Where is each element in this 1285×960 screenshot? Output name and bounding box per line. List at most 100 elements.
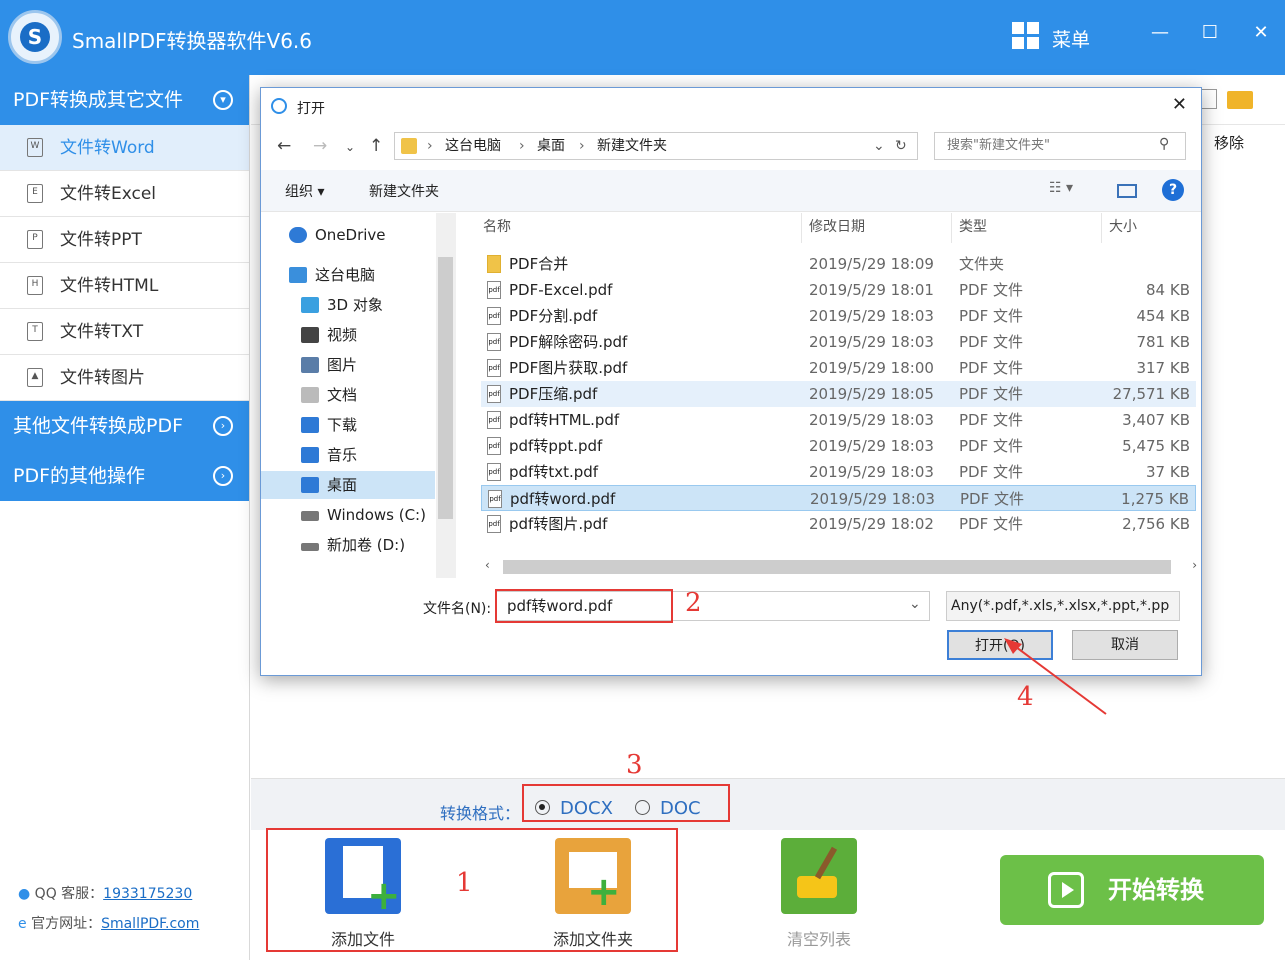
nav-scrollbar[interactable]	[436, 213, 456, 578]
file-row-selected[interactable]: pdf pdf转word.pdf 2019/5/29 18:03 PDF 文件 1,27…	[481, 485, 1196, 511]
column-type[interactable]: 类型	[959, 216, 987, 236]
sidebar-item-to-ppt[interactable]: P 文件转PPT	[0, 217, 249, 263]
file-row[interactable]: pdf pdf转HTML.pdf 2019/5/29 18:03 PDF 文件 3,40…	[481, 407, 1196, 433]
view-options-icon[interactable]: ☷ ▾	[1049, 180, 1073, 196]
pdf-file-icon: pdf	[487, 333, 501, 351]
file-row[interactable]: pdf PDF分割.pdf 2019/5/29 18:03 PDF 文件 454 KB	[481, 303, 1196, 329]
qq-icon: ●	[18, 886, 31, 902]
dialog-title: 打开	[297, 101, 325, 117]
word-file-icon: W	[27, 138, 43, 157]
maximize-icon[interactable]: ☐	[1198, 22, 1222, 43]
file-row[interactable]: pdf pdf转图片.pdf 2019/5/29 18:02 PDF 文件 2,756 …	[481, 511, 1196, 537]
section-pdf-other-ops[interactable]: PDF的其他操作 ›	[0, 451, 249, 501]
nav-label: 桌面	[327, 476, 358, 494]
qq-number-link[interactable]: 1933175230	[103, 886, 192, 902]
organize-button[interactable]: 组织 ▾	[285, 181, 324, 201]
dialog-app-icon	[271, 98, 287, 114]
drive-icon	[301, 511, 319, 521]
up-icon[interactable]: ↑	[369, 136, 383, 156]
folder-icon[interactable]	[1227, 91, 1253, 109]
page-icon	[1201, 89, 1217, 109]
nav-desktop[interactable]: 桌面	[261, 471, 435, 499]
recent-dropdown-icon[interactable]: ⌄	[345, 140, 355, 154]
sidebar-item-to-excel[interactable]: E 文件转Excel	[0, 171, 249, 217]
new-folder-button[interactable]: 新建文件夹	[369, 181, 439, 201]
annotation-number-2: 2	[685, 588, 702, 618]
forward-icon[interactable]: →	[313, 136, 327, 156]
pdf-file-icon: pdf	[487, 437, 501, 455]
title-bar: S SmallPDF转换器软件V6.6 菜单 — ☐ ✕	[0, 0, 1285, 75]
nav-label: 3D 对象	[327, 296, 383, 314]
sidebar-item-to-html[interactable]: H 文件转HTML	[0, 263, 249, 309]
sidebar-item-to-word[interactable]: W 文件转Word	[0, 125, 249, 171]
picture-icon	[301, 357, 319, 373]
grid-menu-icon[interactable]	[1012, 22, 1040, 50]
pdf-file-icon: pdf	[487, 307, 501, 325]
column-date[interactable]: 修改日期	[809, 216, 865, 236]
website: e 官方网址：SmallPDF.com	[18, 913, 199, 933]
breadcrumb-this-pc[interactable]: 这台电脑	[445, 133, 501, 159]
chevron-right-circle-icon: ›	[213, 466, 233, 486]
search-icon[interactable]: ⚲	[1159, 136, 1169, 152]
pdf-file-icon: pdf	[487, 515, 501, 533]
file-row[interactable]: PDF合并 2019/5/29 18:09 文件夹	[481, 251, 1196, 277]
section-pdf-to-other[interactable]: PDF转换成其它文件 ▾	[0, 75, 249, 125]
back-icon[interactable]: ←	[277, 136, 291, 156]
dialog-close-icon[interactable]: ✕	[1172, 94, 1187, 115]
nav-this-pc[interactable]: 这台电脑	[289, 261, 449, 289]
drive-icon	[301, 543, 319, 551]
sidebar-item-to-image[interactable]: ▲ 文件转图片	[0, 355, 249, 401]
nav-onedrive[interactable]: OneDrive	[289, 221, 449, 249]
site-link[interactable]: SmallPDF.com	[101, 916, 199, 932]
search-input[interactable]: 搜索"新建文件夹"	[934, 132, 1186, 160]
file-type-select[interactable]: Any(*.pdf,*.xls,*.xlsx,*.ppt,*.pp	[946, 591, 1180, 621]
play-icon	[1048, 872, 1084, 908]
help-icon[interactable]: ?	[1162, 179, 1184, 201]
close-icon[interactable]: ✕	[1249, 22, 1273, 43]
file-row[interactable]: pdf PDF压缩.pdf 2019/5/29 18:05 PDF 文件 27,571 …	[481, 381, 1196, 407]
file-row[interactable]: pdf PDF-Excel.pdf 2019/5/29 18:01 PDF 文件 84 …	[481, 277, 1196, 303]
section-other-to-pdf[interactable]: 其他文件转换成PDF ›	[0, 401, 249, 451]
file-row[interactable]: pdf pdf转ppt.pdf 2019/5/29 18:03 PDF 文件 5,475…	[481, 433, 1196, 459]
file-row[interactable]: pdf PDF图片获取.pdf 2019/5/29 18:00 PDF 文件 317 K…	[481, 355, 1196, 381]
computer-icon	[289, 267, 307, 283]
nav-label: Windows (C:)	[327, 506, 426, 524]
file-row[interactable]: pdf pdf转txt.pdf 2019/5/29 18:03 PDF 文件 37 KB	[481, 459, 1196, 485]
filename-label: 文件名(N):	[423, 601, 492, 617]
refresh-icon[interactable]: ↻	[895, 133, 907, 159]
annotation-box-3	[522, 784, 730, 822]
remove-column-label: 移除	[1214, 134, 1245, 152]
menu-button[interactable]: 菜单	[1052, 25, 1090, 52]
nav-label: 下载	[327, 416, 358, 434]
sidebar-item-label: 文件转Word	[60, 138, 155, 158]
open-file-dialog: 打开 ✕ ← → ⌄ ↑ › 这台电脑 › 桌面 › 新建文件夹 ⌄ ↻ 搜索"…	[260, 87, 1202, 676]
address-dropdown-icon[interactable]: ⌄	[873, 133, 885, 159]
annotation-box-2	[495, 589, 673, 623]
format-bar	[251, 778, 1285, 830]
address-bar[interactable]: › 这台电脑 › 桌面 › 新建文件夹 ⌄ ↻	[394, 132, 918, 160]
column-size[interactable]: 大小	[1109, 216, 1137, 236]
app-logo: S	[8, 10, 62, 64]
preview-pane-icon[interactable]	[1117, 184, 1137, 198]
minimize-icon[interactable]: —	[1148, 22, 1172, 43]
sidebar-item-label: 文件转PPT	[60, 230, 142, 250]
clear-list-label: 清空列表	[786, 930, 851, 949]
music-note-icon	[301, 447, 319, 463]
nav-label: 新加卷 (D:)	[327, 536, 406, 554]
filename-dropdown-icon[interactable]: ⌄	[909, 596, 921, 612]
nav-label: 视频	[327, 326, 358, 344]
sidebar-item-to-txt[interactable]: T 文件转TXT	[0, 309, 249, 355]
pdf-file-icon: pdf	[487, 281, 501, 299]
breadcrumb-new-folder[interactable]: 新建文件夹	[597, 133, 667, 159]
document-icon	[301, 387, 319, 403]
start-convert-button[interactable]: 开始转换	[1000, 855, 1264, 925]
image-file-icon: ▲	[27, 368, 43, 387]
breadcrumb-desktop[interactable]: 桌面	[537, 133, 565, 159]
clear-list-button[interactable]: 清空列表	[754, 838, 884, 950]
file-list-hscrollbar[interactable]: ‹ ›	[481, 558, 1201, 576]
file-row[interactable]: pdf PDF解除密码.pdf 2019/5/29 18:03 PDF 文件 781 K…	[481, 329, 1196, 355]
column-name[interactable]: 名称	[483, 216, 511, 236]
sidebar: PDF转换成其它文件 ▾ W 文件转Word E 文件转Excel P 文件转PPT …	[0, 75, 250, 960]
txt-file-icon: T	[27, 322, 43, 341]
nav-label: OneDrive	[315, 226, 386, 244]
